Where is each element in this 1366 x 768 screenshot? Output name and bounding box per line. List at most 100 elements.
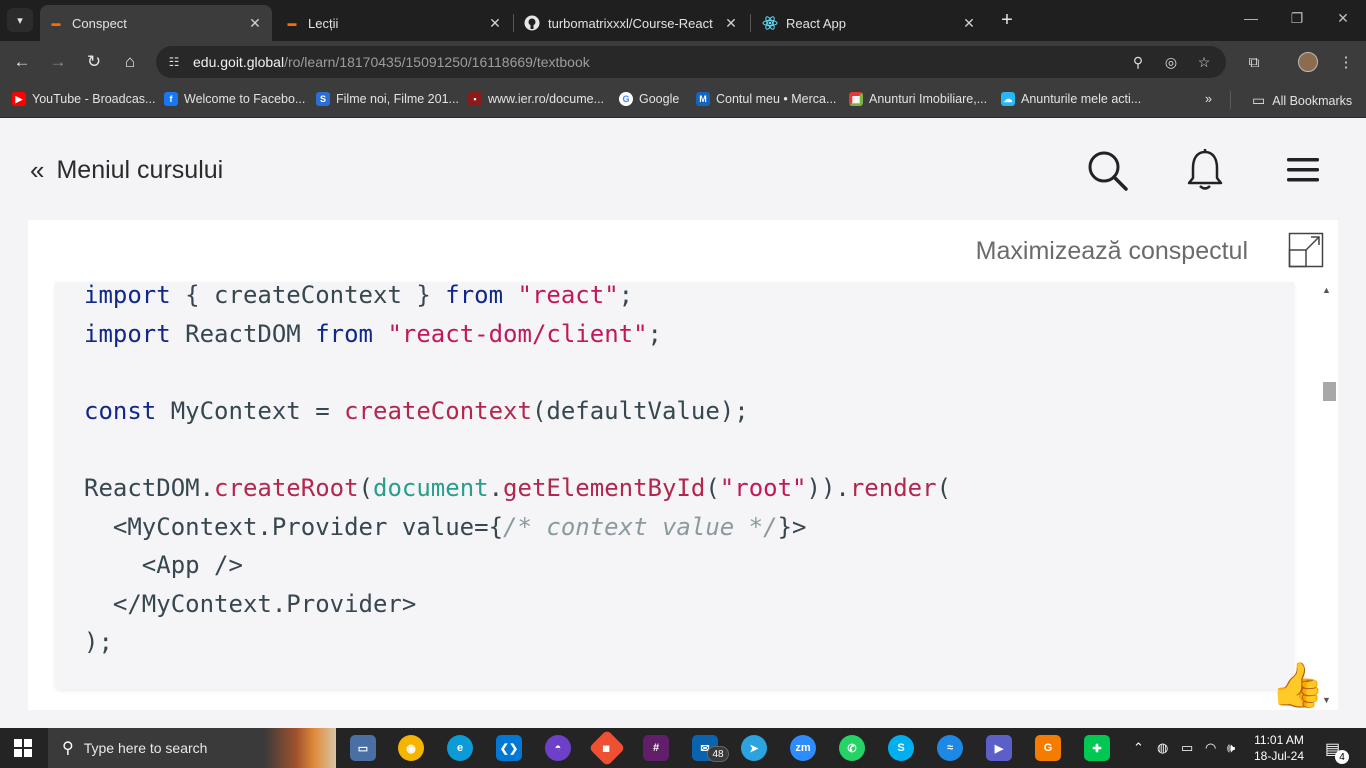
notification-count-badge: 4 <box>1335 750 1349 764</box>
tab-separator <box>750 14 751 32</box>
search-highlight-art <box>264 728 336 768</box>
close-tab-icon[interactable]: ✕ <box>960 14 978 32</box>
maximize-summary-label[interactable]: Maximizează conspectul <box>976 237 1248 266</box>
game-app-icon[interactable]: ✚ <box>1084 735 1110 761</box>
bookmarks-overflow-icon[interactable]: » <box>1205 92 1212 106</box>
more-menu-icon[interactable]: ⋮ <box>1334 51 1358 73</box>
site-info-icon[interactable]: ☷ <box>164 52 184 72</box>
bookmark-google[interactable]: G Google <box>619 92 679 106</box>
tab-github[interactable]: turbomatrixxxl/Course-React ✕ <box>516 5 748 41</box>
volume-icon[interactable]: 🕪 <box>1227 740 1235 756</box>
file-explorer-icon[interactable]: ▭ <box>350 735 376 761</box>
textbook-card: Maximizează conspectul import { createCo… <box>28 220 1338 710</box>
hamburger-menu-icon[interactable] <box>1280 147 1326 193</box>
facebook-icon: f <box>164 92 178 106</box>
windows-start-icon[interactable] <box>14 739 32 757</box>
bell-icon[interactable] <box>1182 147 1228 193</box>
google-icon: G <box>619 92 633 106</box>
maximize-icon[interactable] <box>1288 232 1324 268</box>
home-icon[interactable]: ⌂ <box>117 50 143 74</box>
back-arrow-icon[interactable]: ← <box>9 50 35 74</box>
bookmark-mercado[interactable]: M Contul meu • Merca... <box>696 92 836 106</box>
extensions-icon[interactable]: ⧉ <box>1242 51 1266 73</box>
taskbar-search-box[interactable]: ⚲ Type here to search <box>48 728 336 768</box>
scroll-up-arrow-icon[interactable]: ▲ <box>1322 285 1331 295</box>
tab-search-button[interactable]: ▾ <box>7 8 33 32</box>
close-tab-icon[interactable]: ✕ <box>486 14 504 32</box>
close-window-icon[interactable]: ✕ <box>1328 10 1358 27</box>
restore-icon[interactable]: ❐ <box>1282 10 1312 27</box>
forward-arrow-icon[interactable]: → <box>45 50 71 74</box>
all-bookmarks[interactable]: ▭ All Bookmarks <box>1252 92 1352 109</box>
tray-overflow-icon[interactable]: ⌃ <box>1133 740 1144 756</box>
address-bar[interactable]: ☷ edu.goit.global/ro/learn/18170435/1509… <box>156 46 1226 78</box>
clipchamp-icon[interactable]: ▶ <box>986 735 1012 761</box>
battery-icon[interactable]: ▭ <box>1181 740 1193 756</box>
new-tab-button[interactable]: + <box>995 8 1019 32</box>
chrome-icon[interactable]: ◉ <box>398 735 424 761</box>
pdf-app-icon[interactable]: G <box>1035 735 1061 761</box>
eye-off-icon[interactable]: ◎ <box>1160 52 1182 72</box>
goit-icon: ▬ <box>287 18 297 28</box>
slack-icon[interactable]: # <box>643 735 669 761</box>
film-icon: S <box>316 92 330 106</box>
zoom-icon[interactable]: zm <box>790 735 816 761</box>
bookmark-filme[interactable]: S Filme noi, Filme 201... <box>316 92 459 106</box>
clock-date: 18-Jul-24 <box>1254 749 1305 763</box>
mail-count-badge: 48 <box>707 746 729 762</box>
code-text: import { createContext } from "react"; i… <box>84 282 952 657</box>
tray-app-icon[interactable]: ◍ <box>1157 740 1168 756</box>
close-tab-icon[interactable]: ✕ <box>246 14 264 32</box>
github-desktop-icon[interactable]: ◓ <box>545 735 571 761</box>
tab-title: React App <box>786 15 846 31</box>
page-content: « Meniul cursului Maximizează conspectul… <box>0 119 1366 728</box>
tab-title: Conspect <box>72 15 127 31</box>
anunturi-icon: ☁ <box>1001 92 1015 106</box>
double-chevron-left-icon: « <box>30 155 45 185</box>
edge-icon[interactable]: e <box>447 735 473 761</box>
bookmark-anunturi[interactable]: ☁ Anunturile mele acti... <box>1001 92 1141 106</box>
mercado-icon: M <box>696 92 710 106</box>
zoom-icon[interactable]: ⚲ <box>1127 52 1149 72</box>
goit-icon: ▬ <box>51 18 61 28</box>
tab-lectii[interactable]: ▬ Lecții ✕ <box>276 5 512 41</box>
git-icon[interactable]: ◆ <box>588 729 626 767</box>
bookmark-divider <box>1230 91 1231 109</box>
star-icon[interactable]: ☆ <box>1193 52 1215 72</box>
bookmark-ier[interactable]: ▪ www.ier.ro/docume... <box>468 92 604 106</box>
tab-react-app[interactable]: React App ✕ <box>754 5 986 41</box>
url-text[interactable]: edu.goit.global/ro/learn/18170435/150912… <box>193 54 590 70</box>
vscode-icon[interactable]: ❮❯ <box>496 735 522 761</box>
telegram-icon[interactable]: ➤ <box>741 735 767 761</box>
scrollbar-thumb[interactable] <box>1323 382 1336 401</box>
browser-toolbar: ← → ↻ ⌂ ☷ edu.goit.global/ro/learn/18170… <box>0 41 1366 83</box>
clock-time: 11:01 AM <box>1254 733 1304 747</box>
close-tab-icon[interactable]: ✕ <box>722 14 740 32</box>
tab-conspect[interactable]: ▬ Conspect ✕ <box>40 5 272 41</box>
bookmark-imobiliare[interactable]: ▦ Anunturi Imobiliare,... <box>849 92 987 106</box>
code-block: import { createContext } from "react"; i… <box>55 282 1294 689</box>
profile-avatar[interactable] <box>1298 52 1318 72</box>
minimize-icon[interactable]: — <box>1236 10 1266 26</box>
app-wave-icon[interactable]: ≈ <box>937 735 963 761</box>
search-icon[interactable] <box>1084 147 1130 193</box>
tab-title: turbomatrixxxl/Course-React <box>548 15 713 31</box>
tab-separator <box>513 14 514 32</box>
bookmark-youtube[interactable]: ▶ YouTube - Broadcas... <box>12 92 155 106</box>
tab-strip: ▾ ▬ Conspect ✕ ▬ Lecții ✕ turbomatrixxxl… <box>0 0 1366 41</box>
tab-title: Lecții <box>308 15 339 31</box>
taskbar: ⚲ Type here to search ▭ ◉ e ❮❯ ◓ ◆ # ✉ ➤… <box>0 728 1366 768</box>
imobiliare-icon: ▦ <box>849 92 863 106</box>
clock[interactable]: 11:01 AM 18-Jul-24 <box>1254 732 1304 764</box>
skype-icon[interactable]: S <box>888 735 914 761</box>
bookmark-facebook[interactable]: f Welcome to Facebo... <box>164 92 305 106</box>
github-icon <box>524 15 540 31</box>
wifi-icon[interactable]: ◠ <box>1205 740 1216 756</box>
whatsapp-icon[interactable]: ✆ <box>839 735 865 761</box>
course-menu-link[interactable]: « Meniul cursului <box>30 155 223 186</box>
youtube-icon: ▶ <box>12 92 26 106</box>
react-icon <box>762 15 778 31</box>
ier-icon: ▪ <box>468 92 482 106</box>
reload-icon[interactable]: ↻ <box>81 50 107 74</box>
thumbs-up-icon[interactable]: 👍 <box>1270 659 1325 711</box>
